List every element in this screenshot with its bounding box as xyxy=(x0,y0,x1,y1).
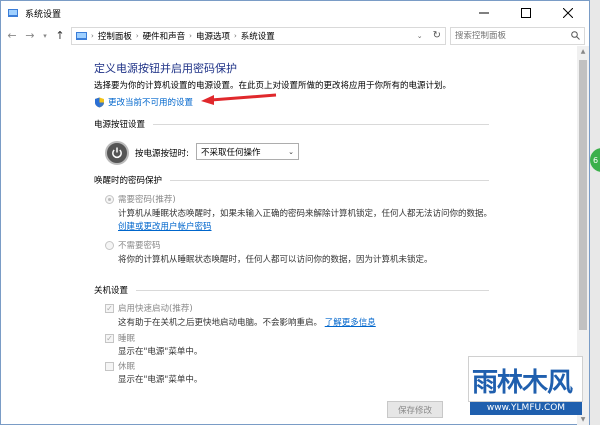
search-box[interactable] xyxy=(450,26,585,45)
fast-startup-label: 启用快速启动(推荐) xyxy=(118,304,193,314)
fast-startup-description: 这有助于在关机之后更快地启动电脑。不会影响重启。 了解更多信息 xyxy=(118,316,376,328)
sleep-description: 显示在"电源"菜单中。 xyxy=(118,347,203,357)
learn-more-link[interactable]: 了解更多信息 xyxy=(325,318,376,328)
control-panel-icon xyxy=(76,31,87,40)
hibernate-label: 休眠 xyxy=(118,362,136,372)
page-title: 定义电源按钮并启用密码保护 xyxy=(94,62,237,75)
change-unavailable-settings[interactable]: 更改当前不可用的设置 xyxy=(94,96,193,108)
scrollbar-thumb[interactable] xyxy=(579,60,587,330)
breadcrumb-separator-icon: › xyxy=(91,31,94,40)
breadcrumb-power-options[interactable]: 电源选项 xyxy=(196,30,230,42)
watermark-logo: 雨林木风 www.YLMFU.COM xyxy=(460,350,585,418)
power-button-action-value: 不采取任何操作 xyxy=(201,147,261,158)
breadcrumb-separator-icon: › xyxy=(233,31,237,40)
recent-chevron-icon[interactable]: ▾ xyxy=(41,28,49,44)
power-button-action-select[interactable]: 不采取任何操作 ⌄ xyxy=(196,143,299,160)
require-password-radio[interactable] xyxy=(105,195,114,204)
hibernate-checkbox[interactable] xyxy=(105,362,114,371)
maximize-icon xyxy=(521,8,531,18)
side-badge[interactable]: 6 xyxy=(590,148,600,172)
breadcrumb-separator-icon: › xyxy=(189,31,192,40)
no-password-radio[interactable] xyxy=(105,241,114,250)
power-button-label: 按电源按钮时: xyxy=(135,149,189,159)
wake-password-section-header: 唤醒时的密码保护 xyxy=(94,174,489,186)
sleep-label: 睡眠 xyxy=(118,334,136,344)
breadcrumb-separator-icon: › xyxy=(135,31,139,40)
red-arrow-annotation-icon xyxy=(201,93,277,105)
require-password-label: 需要密码(推荐) xyxy=(118,195,176,205)
minimize-icon xyxy=(479,12,489,14)
close-icon xyxy=(563,8,573,18)
power-button-section-header: 电源按钮设置 xyxy=(94,118,489,130)
save-changes-button[interactable]: 保存修改 xyxy=(387,401,443,418)
chevron-down-icon: ⌄ xyxy=(288,147,294,156)
breadcrumb-control-panel[interactable]: 控制面板 xyxy=(98,30,132,42)
shutdown-section-title: 关机设置 xyxy=(94,286,129,296)
power-button-icon xyxy=(105,141,129,165)
search-input[interactable] xyxy=(455,30,565,41)
watermark-text: 雨林木风 xyxy=(472,368,573,398)
watermark-url: www.YLMFU.COM xyxy=(470,402,582,415)
shutdown-section-header: 关机设置 xyxy=(94,284,489,296)
breadcrumb-system-settings[interactable]: 系统设置 xyxy=(241,30,275,42)
up-arrow-icon[interactable]: ↑ xyxy=(53,28,67,44)
page-description: 选择要为你的计算机设置的电源设置。在此页上对设置所做的更改将应用于你所有的电源计… xyxy=(94,81,452,91)
close-button[interactable] xyxy=(547,1,589,25)
hibernate-description: 显示在"电源"菜单中。 xyxy=(118,375,203,385)
search-icon xyxy=(571,31,580,40)
power-button-section-title: 电源按钮设置 xyxy=(94,120,146,130)
address-bar[interactable]: › 控制面板 › 硬件和声音 › 电源选项 › 系统设置 ⌄ ↻ xyxy=(71,26,446,45)
scroll-up-icon[interactable]: ▲ xyxy=(577,46,589,58)
title-bar: 系统设置 xyxy=(1,1,589,25)
back-arrow-icon[interactable]: ← xyxy=(5,28,19,44)
address-bar-row: ← → ▾ ↑ › 控制面板 › 硬件和声音 › 电源选项 › 系统设置 ⌄ ↻ xyxy=(1,25,589,46)
create-password-link-row: 创建或更改用户帐户密码 xyxy=(118,220,212,232)
maximize-button[interactable] xyxy=(505,1,547,25)
fast-startup-checkbox[interactable]: ✓ xyxy=(105,304,114,313)
require-password-description: 计算机从睡眠状态唤醒时，如果未输入正确的密码来解除计算机锁定，任何人都无法访问你… xyxy=(118,209,493,219)
refresh-icon[interactable]: ↻ xyxy=(433,30,441,41)
address-dropdown-icon[interactable]: ⌄ xyxy=(417,32,423,40)
wake-password-section-title: 唤醒时的密码保护 xyxy=(94,176,163,186)
sleep-checkbox[interactable]: ✓ xyxy=(105,334,114,343)
window-title: 系统设置 xyxy=(25,9,62,20)
change-settings-link[interactable]: 更改当前不可用的设置 xyxy=(108,96,193,108)
power-symbol-icon xyxy=(112,147,122,159)
minimize-button[interactable] xyxy=(463,1,505,25)
breadcrumb-hardware-sound[interactable]: 硬件和声音 xyxy=(143,30,186,42)
uac-shield-icon xyxy=(95,97,104,107)
control-panel-icon xyxy=(8,9,18,17)
no-password-description: 将你的计算机从睡眠状态唤醒时，任何人都可以访问你的数据，因为计算机未锁定。 xyxy=(118,255,433,265)
forward-arrow-icon[interactable]: → xyxy=(23,28,37,44)
create-password-link[interactable]: 创建或更改用户帐户密码 xyxy=(118,222,212,232)
no-password-label: 不需要密码 xyxy=(118,241,161,251)
fast-startup-description-text: 这有助于在关机之后更快地启动电脑。不会影响重启。 xyxy=(118,318,323,328)
